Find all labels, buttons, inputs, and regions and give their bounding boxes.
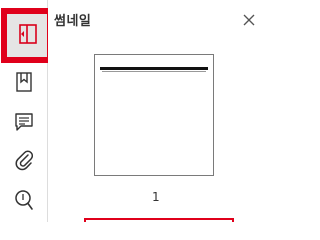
- thumbnail-panel-button[interactable]: [5, 10, 50, 57]
- comment-button[interactable]: [0, 102, 47, 142]
- close-icon[interactable]: [242, 12, 256, 26]
- panel-toggle-icon: [18, 23, 37, 44]
- bookmark-button[interactable]: [0, 62, 47, 102]
- comment-icon: [14, 112, 34, 132]
- thumbnail-header-bar: [100, 67, 208, 70]
- viewer-root: 썸네일 1: [0, 0, 272, 222]
- thumbnail-panel: 썸네일 1: [48, 0, 272, 222]
- page-thumbnail[interactable]: [94, 54, 214, 176]
- sidebar-rail: [0, 0, 53, 222]
- page-number: 1: [152, 190, 160, 204]
- panel-title: 썸네일: [54, 14, 92, 29]
- paperclip-icon: [15, 149, 33, 171]
- thumbnail-rule: [102, 71, 206, 72]
- next-thumbnail-highlight: [84, 218, 234, 222]
- bookmark-icon: [15, 72, 32, 92]
- attachment-button[interactable]: [0, 140, 47, 180]
- search-button[interactable]: [0, 180, 47, 220]
- search-icon: [14, 189, 34, 211]
